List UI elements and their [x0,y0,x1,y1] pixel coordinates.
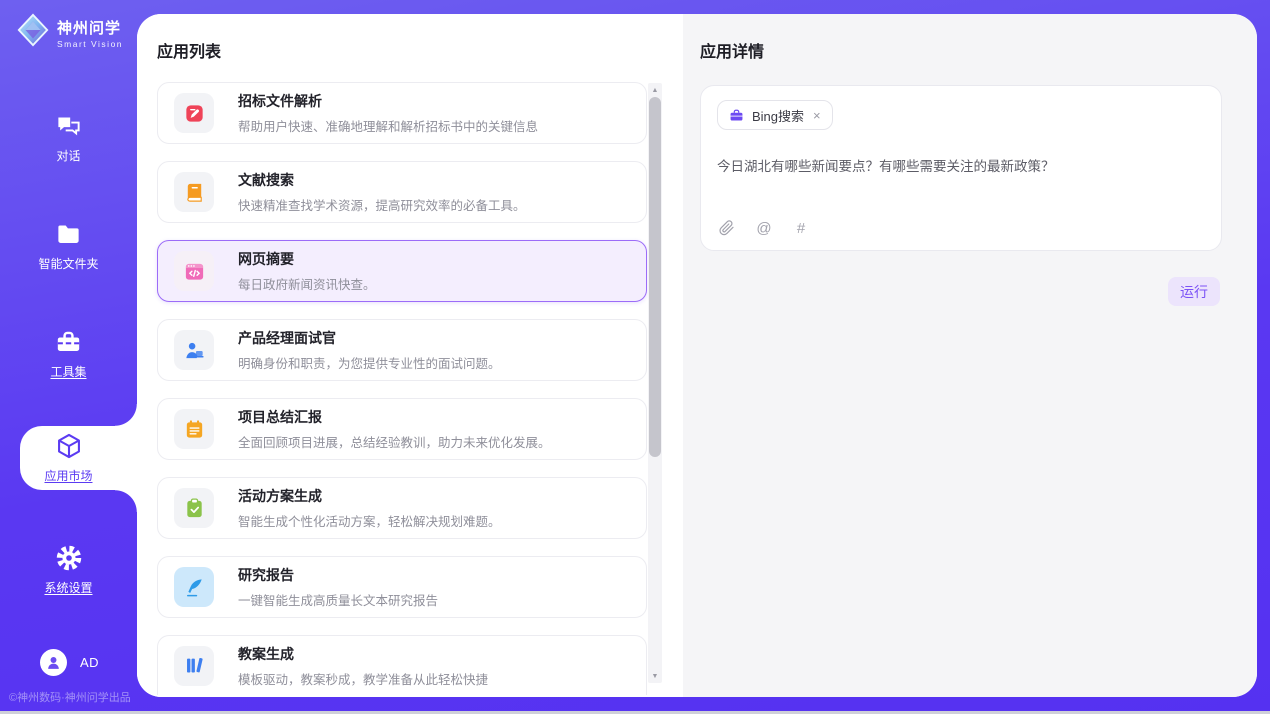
run-button[interactable]: 运行 [1168,277,1220,306]
event-plan-icon [174,488,214,528]
gear-icon [55,544,83,572]
app-desc: 快速精准查找学术资源，提高研究效率的必备工具。 [238,195,526,214]
chat-icon [55,112,83,140]
sidebar-item-1[interactable]: 智能文件夹 [0,220,137,272]
gem-diamond-icon [16,13,50,52]
app-desc: 帮助用户快速、准确地理解和解析招标书中的关键信息 [238,116,538,135]
attachment-toolbar: @ # [718,219,810,237]
app-card-2[interactable]: 网页摘要每日政府新闻资讯快查。 [157,240,647,302]
scrollbar[interactable]: ▲ ▼ [648,83,662,683]
app-desc: 模板驱动，教案秒成，教学准备从此轻松快捷 [238,669,488,688]
sidebar-item-0[interactable]: 对话 [0,112,137,164]
sidebar-item-4[interactable]: 系统设置 [0,544,137,596]
app-desc: 一键智能生成高质量长文本研究报告 [238,590,438,609]
briefcase-icon [729,108,744,123]
sidebar-item-label: 对话 [56,147,80,164]
tool-tag-close-icon[interactable]: × [813,108,821,123]
app-card-1[interactable]: 文献搜索快速精准查找学术资源，提高研究效率的必备工具。 [157,161,647,223]
app-card-5[interactable]: 活动方案生成智能生成个性化活动方案，轻松解决规划难题。 [157,477,647,539]
app-name: 教案生成 [238,644,488,664]
interviewer-icon [174,330,214,370]
brand-name: 神州问学 [57,17,123,38]
sidebar-item-label: 智能文件夹 [38,255,98,272]
app-detail-title: 应用详情 [700,38,1222,62]
scrollbar-thumb[interactable] [649,97,661,457]
user-account[interactable]: AD [40,649,99,676]
sidebar: 神州问学 Smart Vision 对话智能文件夹工具集应用市场系统设置 AD … [0,0,137,714]
project-summary-icon [174,409,214,449]
app-list-title: 应用列表 [157,38,221,62]
bid-document-icon [174,93,214,133]
main-content: 应用列表 招标文件解析帮助用户快速、准确地理解和解析招标书中的关键信息文献搜索快… [137,14,1257,697]
literature-search-icon [174,172,214,212]
webpage-summary-icon [174,251,214,291]
app-card-4[interactable]: 项目总结汇报全面回顾项目进展，总结经验教训，助力未来优化发展。 [157,398,647,460]
hash-icon[interactable]: # [792,219,810,237]
app-card-6[interactable]: 研究报告一键智能生成高质量长文本研究报告 [157,556,647,618]
brand: 神州问学 Smart Vision [16,13,123,52]
at-icon[interactable]: @ [755,219,773,237]
app-card-list: 招标文件解析帮助用户快速、准确地理解和解析招标书中的关键信息文献搜索快速精准查找… [157,82,647,695]
copyright: ©神州数码·神州问学出品 [9,689,131,705]
paperclip-icon[interactable] [718,219,736,237]
query-card[interactable]: Bing搜索 × 今日湖北有哪些新闻要点？有哪些需要关注的最新政策？ @ # [700,85,1222,251]
folder-icon [55,220,83,248]
app-desc: 明确身份和职责，为您提供专业性的面试问题。 [238,353,501,372]
tool-tag-label: Bing搜索 [752,106,804,125]
scroll-down-icon[interactable]: ▼ [648,670,662,682]
app-name: 网页摘要 [238,249,376,269]
tool-tag-bing[interactable]: Bing搜索 × [717,100,833,130]
app-name: 项目总结汇报 [238,407,551,427]
research-report-icon [174,567,214,607]
scroll-up-icon[interactable]: ▲ [648,84,662,96]
sidebar-item-2[interactable]: 工具集 [0,328,137,380]
app-name: 活动方案生成 [238,486,501,506]
sidebar-item-3[interactable]: 应用市场 [0,432,137,484]
user-avatar-icon [40,649,67,676]
sidebar-item-label: 系统设置 [44,579,92,596]
app-list-panel: 应用列表 招标文件解析帮助用户快速、准确地理解和解析招标书中的关键信息文献搜索快… [137,14,683,697]
app-card-0[interactable]: 招标文件解析帮助用户快速、准确地理解和解析招标书中的关键信息 [157,82,647,144]
app-desc: 全面回顾项目进展，总结经验教训，助力未来优化发展。 [238,432,551,451]
sidebar-item-label: 工具集 [50,363,86,380]
app-desc: 智能生成个性化活动方案，轻松解决规划难题。 [238,511,501,530]
app-card-7[interactable]: 教案生成模板驱动，教案秒成，教学准备从此轻松快捷 [157,635,647,695]
app-desc: 每日政府新闻资讯快查。 [238,274,376,293]
app-name: 产品经理面试官 [238,328,501,348]
app-name: 招标文件解析 [238,91,538,111]
lesson-plan-icon [174,646,214,686]
cube-icon [55,432,83,460]
query-text[interactable]: 今日湖北有哪些新闻要点？有哪些需要关注的最新政策？ [717,157,1205,177]
app-name: 文献搜索 [238,170,526,190]
sidebar-item-label: 应用市场 [44,467,92,484]
app-detail-panel: 应用详情 Bing搜索 × 今日湖北有哪些新闻要点？有哪些需要关注的最新政策？ … [683,14,1257,697]
app-card-3[interactable]: 产品经理面试官明确身份和职责，为您提供专业性的面试问题。 [157,319,647,381]
toolbox-icon [55,328,83,356]
brand-tagline: Smart Vision [57,39,123,49]
app-name: 研究报告 [238,565,438,585]
user-initials: AD [80,655,99,670]
